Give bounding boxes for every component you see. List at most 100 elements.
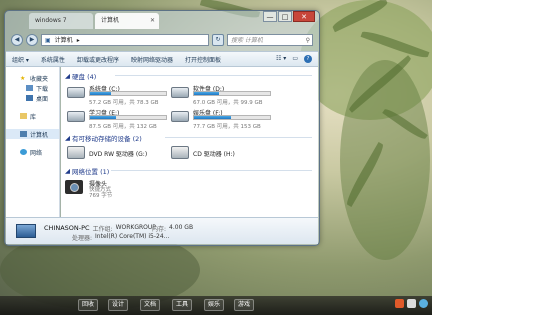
network-icon <box>20 149 27 155</box>
dvd-drive-icon <box>67 146 85 159</box>
nav-label: 下载 <box>36 85 49 93</box>
back-button[interactable]: ◀ <box>11 34 23 46</box>
tray-network-icon[interactable] <box>419 299 428 308</box>
explorer-window: windows 7 计算机 ✕ — □ ✕ ◀ ▶ ▣ 计算机 ▸ ↻ 搜索 计… <box>4 10 320 246</box>
group-title: 有可移动存储的设备 (2) <box>72 135 142 143</box>
minimize-button[interactable]: — <box>263 11 277 22</box>
drive-dvd-g[interactable]: DVD RW 驱动器 (G:) <box>67 144 167 164</box>
drive-usage-bar <box>89 91 167 96</box>
nav-libraries[interactable]: 库 <box>6 111 59 121</box>
drive-f[interactable]: 娱乐盘 (F:) 77.7 GB 可用，共 153 GB <box>171 107 275 131</box>
drive-usage-fill <box>90 92 111 95</box>
window-controls: — □ ✕ <box>263 11 315 22</box>
taskbar: 回收 设计 文档 工具 娱乐 游戏 <box>0 296 432 315</box>
maximize-button[interactable]: □ <box>278 11 292 22</box>
desktop-background: windows 7 计算机 ✕ — □ ✕ ◀ ▶ ▣ 计算机 ▸ ↻ 搜索 计… <box>0 0 432 315</box>
taskbar-item[interactable]: 工具 <box>172 299 193 311</box>
hard-drive-icon <box>171 87 189 98</box>
group-header-hdd[interactable]: ◢ 硬盘 (4) <box>65 71 96 81</box>
nav-downloads[interactable]: 下载 <box>6 83 59 93</box>
cd-drive-icon <box>171 146 189 159</box>
nav-desktop[interactable]: 桌面 <box>6 93 59 103</box>
taskbar-item[interactable]: 娱乐 <box>204 299 225 311</box>
drive-d[interactable]: 软件盘 (D:) 67.0 GB 可用，共 99.9 GB <box>171 83 275 107</box>
pc-name: CHINASON-PC <box>44 224 90 232</box>
cpu-value: Intel(R) Core(TM) i5-24... <box>95 233 170 240</box>
tab-computer[interactable]: 计算机 ✕ <box>95 13 159 29</box>
tray-volume-icon[interactable] <box>407 299 416 308</box>
preview-pane-icon[interactable]: ▭ <box>292 55 298 63</box>
search-placeholder: 搜索 计算机 <box>231 37 263 44</box>
drive-c[interactable]: 系统盘 (C:) 57.2 GB 可用，共 78.3 GB <box>67 83 171 107</box>
group-header-removable[interactable]: ◢ 有可移动存储的设备 (2) <box>65 133 142 143</box>
collapse-chevron-icon[interactable]: ◢ <box>65 134 70 142</box>
navigation-pane: ★ 收藏夹 下载 桌面 库 计算机 网络 <box>6 67 60 217</box>
nav-favorites[interactable]: ★ 收藏夹 <box>6 73 59 83</box>
drive-usage-bar <box>89 115 167 120</box>
collapse-chevron-icon[interactable]: ◢ <box>65 167 70 175</box>
drive-usage-bar <box>193 91 271 96</box>
view-options-icon[interactable]: ☷ ▾ <box>276 55 286 63</box>
search-icon[interactable]: ⚲ <box>306 35 310 46</box>
camera-icon[interactable] <box>65 180 83 194</box>
hard-drive-icon <box>171 111 189 122</box>
memory-label: 内存: <box>152 226 167 233</box>
hard-drive-icon <box>67 87 85 98</box>
drive-e[interactable]: 学习盘 (E:) 87.5 GB 可用，共 132 GB <box>67 107 171 131</box>
library-icon <box>20 113 27 119</box>
drive-usage-fill <box>90 116 116 119</box>
drive-free-space: 67.0 GB 可用，共 99.9 GB <box>193 100 263 106</box>
group-divider <box>111 170 312 171</box>
organize-button[interactable]: 组织 ▾ <box>12 55 29 64</box>
taskbar-item[interactable]: 文档 <box>140 299 161 311</box>
network-item-size: 769 字节 <box>89 193 113 199</box>
search-input[interactable]: 搜索 计算机 ⚲ <box>227 34 313 46</box>
drive-usage-bar <box>193 115 271 120</box>
cpu-label: 处理器: <box>72 235 93 242</box>
nav-network[interactable]: 网络 <box>6 147 59 157</box>
nav-label: 收藏夹 <box>30 75 49 83</box>
drive-free-space: 77.7 GB 可用，共 153 GB <box>193 124 261 130</box>
group-header-network[interactable]: ◢ 网络位置 (1) <box>65 166 109 176</box>
tab-label: 计算机 <box>101 17 120 24</box>
close-tab-icon[interactable]: ✕ <box>150 13 155 29</box>
map-network-drive-button[interactable]: 映射网络驱动器 <box>131 55 173 64</box>
group-divider <box>165 137 312 138</box>
nav-label: 库 <box>30 113 37 121</box>
refresh-button[interactable]: ↻ <box>212 34 224 46</box>
forward-button[interactable]: ▶ <box>26 34 38 46</box>
nav-computer[interactable]: 计算机 <box>6 129 59 139</box>
device-name: CD 驱动器 (H:) <box>193 151 235 158</box>
drive-free-space: 57.2 GB 可用，共 78.3 GB <box>89 100 159 106</box>
drive-usage-fill <box>194 116 232 119</box>
breadcrumb-computer[interactable]: 计算机 <box>55 35 73 45</box>
hard-drive-icon <box>67 111 85 122</box>
group-divider <box>115 75 312 76</box>
open-control-panel-button[interactable]: 打开控制面板 <box>185 55 221 64</box>
taskbar-item[interactable]: 设计 <box>108 299 129 311</box>
background-foliage <box>340 60 430 260</box>
uninstall-program-button[interactable]: 卸载或更改程序 <box>77 55 119 64</box>
system-tray <box>395 299 428 308</box>
star-icon: ★ <box>20 75 26 82</box>
address-bar[interactable]: ▣ 计算机 ▸ <box>41 34 209 46</box>
command-bar: 组织 ▾ 系统属性 卸载或更改程序 映射网络驱动器 打开控制面板 ☷ ▾ ▭ ? <box>6 51 318 67</box>
content-area: ◢ 硬盘 (4) 系统盘 (C:) 57.2 GB 可用，共 78.3 GB 软… <box>61 67 318 217</box>
close-button[interactable]: ✕ <box>293 11 315 22</box>
breadcrumb-chevron-icon[interactable]: ▸ <box>77 35 80 45</box>
help-icon[interactable]: ? <box>304 55 312 63</box>
desktop-icon <box>26 95 33 101</box>
nav-label: 计算机 <box>30 131 49 139</box>
tray-app-icon[interactable] <box>395 299 404 308</box>
collapse-chevron-icon[interactable]: ◢ <box>65 72 70 80</box>
system-properties-button[interactable]: 系统属性 <box>41 55 65 64</box>
drive-cd-h[interactable]: CD 驱动器 (H:) <box>171 144 271 164</box>
tab-label: windows 7 <box>35 17 67 24</box>
computer-icon <box>20 131 27 137</box>
device-name: DVD RW 驱动器 (G:) <box>89 151 148 158</box>
tab-windows7[interactable]: windows 7 <box>29 13 93 29</box>
taskbar-item[interactable]: 游戏 <box>234 299 255 311</box>
details-pane: CHINASON-PC 工作组: WORKGROUP 内存: 4.00 GB 处… <box>6 217 318 244</box>
taskbar-item[interactable]: 回收 <box>78 299 99 311</box>
workgroup-value: WORKGROUP <box>115 224 156 231</box>
